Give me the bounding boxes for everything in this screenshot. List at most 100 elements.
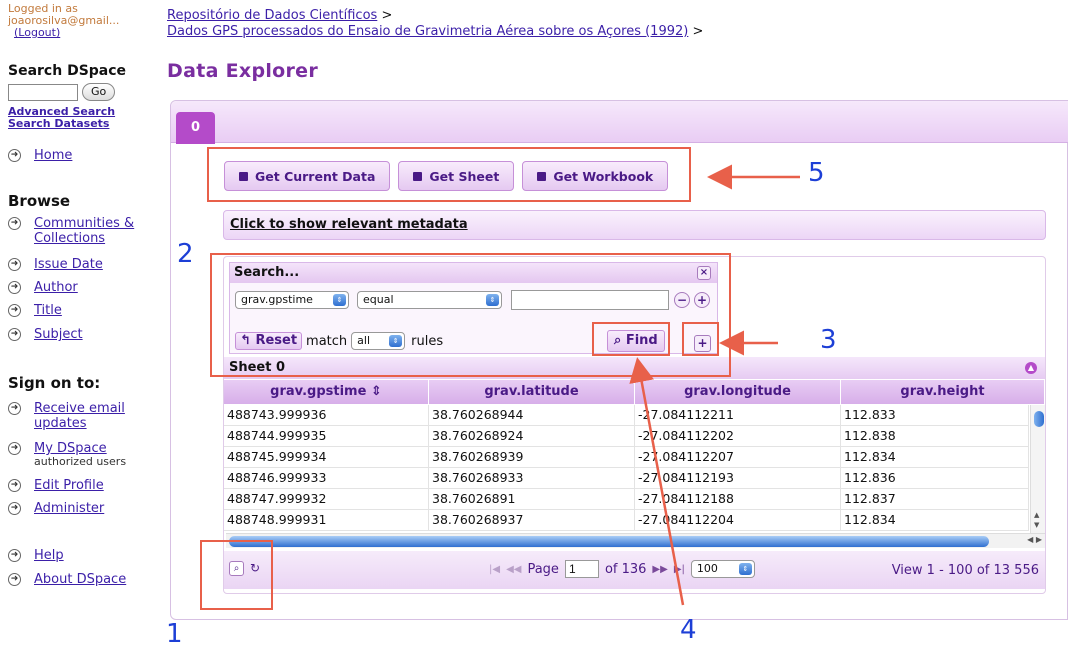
vertical-scroll-thumb[interactable] [1034, 411, 1044, 427]
scroll-up-icon[interactable]: ▲ [1034, 511, 1039, 519]
cell-gpstime: 488748.999931 [224, 510, 429, 530]
nav-administer[interactable]: ➜ Administer [8, 501, 104, 516]
view-range-info: View 1 - 100 of 13 556 [891, 563, 1039, 578]
cell-gpstime: 488745.999934 [224, 447, 429, 467]
cell-longitude: -27.084112188 [635, 489, 841, 509]
receive-email-link[interactable]: Receive email updates [34, 401, 148, 431]
table-row[interactable]: 488743.999936 38.760268944 -27.084112211… [224, 405, 1029, 426]
arrow-circle-icon: ➜ [8, 217, 21, 230]
cell-longitude: -27.084112211 [635, 405, 841, 425]
arrow-circle-icon: ➜ [8, 304, 21, 317]
author-link[interactable]: Author [34, 280, 78, 295]
nav-my-dspace[interactable]: ➜ My DSpace authorized users [8, 441, 126, 467]
edit-profile-link[interactable]: Edit Profile [34, 478, 104, 493]
title-link[interactable]: Title [34, 303, 62, 318]
nav-title[interactable]: ➜ Title [8, 303, 62, 318]
arrow-circle-icon: ➜ [8, 479, 21, 492]
search-datasets-link[interactable]: Search Datasets [8, 117, 109, 130]
nav-receive-email[interactable]: ➜ Receive email updates [8, 401, 148, 431]
cell-height: 112.838 [841, 426, 1029, 446]
page-title: Data Explorer [167, 60, 319, 82]
next-page-icon[interactable]: ▶▶ [652, 564, 667, 575]
cell-height: 112.833 [841, 405, 1029, 425]
my-dspace-subtitle: authorized users [34, 455, 127, 468]
cell-gpstime: 488743.999936 [224, 405, 429, 425]
nav-help[interactable]: ➜ Help [8, 548, 64, 563]
nav-author[interactable]: ➜ Author [8, 280, 78, 295]
column-header-height[interactable]: grav.height [841, 380, 1045, 404]
annotation-number-2: 2 [177, 239, 194, 269]
prev-page-icon[interactable]: ◀◀ [506, 564, 521, 575]
subject-link[interactable]: Subject [34, 327, 83, 342]
breadcrumb-dataset[interactable]: Dados GPS processados do Ensaio de Gravi… [167, 24, 688, 39]
arrow-circle-icon: ➜ [8, 442, 21, 455]
cell-height: 112.834 [841, 447, 1029, 467]
page-label: Page [527, 561, 559, 577]
signon-title: Sign on to: [8, 374, 101, 392]
cell-latitude: 38.760268939 [429, 447, 635, 467]
table-row[interactable]: 488745.999934 38.760268939 -27.084112207… [224, 447, 1029, 468]
table-row[interactable]: 488748.999931 38.760268937 -27.084112204… [224, 510, 1029, 531]
column-header-longitude[interactable]: grav.longitude [635, 380, 841, 404]
login-info: Logged in as joaorosilva@gmail... (Logou… [8, 3, 119, 39]
column-header-gpstime[interactable]: grav.gpstime ⇕ [224, 380, 429, 404]
cell-latitude: 38.760268937 [429, 510, 635, 530]
about-link[interactable]: About DSpace [34, 572, 126, 587]
metadata-toggle[interactable]: Click to show relevant metadata [223, 210, 1046, 240]
my-dspace-link[interactable]: My DSpace [34, 441, 107, 456]
breadcrumb-separator: > [692, 24, 704, 39]
scroll-down-icon[interactable]: ▼ [1034, 521, 1039, 529]
annotation-box-5 [207, 147, 691, 202]
cell-longitude: -27.084112202 [635, 426, 841, 446]
metadata-link[interactable]: Click to show relevant metadata [230, 217, 468, 232]
arrow-circle-icon: ➜ [8, 549, 21, 562]
table-row[interactable]: 488744.999935 38.760268924 -27.084112202… [224, 426, 1029, 447]
horizontal-scrollbar[interactable]: ◀ ▶ [226, 533, 1045, 548]
nav-issue-date[interactable]: ➜ Issue Date [8, 257, 103, 272]
browse-title: Browse [8, 192, 71, 210]
tab-sheet-0[interactable]: 0 [176, 112, 215, 144]
pager-bar: ⌕ ↻ |◀ ◀◀ Page of 136 ▶▶ ▶| 100 ⇕ View 1… [224, 551, 1045, 589]
go-button[interactable]: Go [82, 83, 116, 101]
horizontal-scroll-thumb[interactable] [229, 536, 989, 547]
advanced-links: Advanced Search Search Datasets [8, 106, 115, 130]
nav-subject[interactable]: ➜ Subject [8, 327, 83, 342]
column-headers: grav.gpstime ⇕ grav.latitude grav.longit… [224, 380, 1045, 404]
breadcrumb-repository[interactable]: Repositório de Dados Científicos [167, 8, 377, 23]
arrow-circle-icon: ➜ [8, 402, 21, 415]
administer-link[interactable]: Administer [34, 501, 104, 516]
table-body: 488743.999936 38.760268944 -27.084112211… [224, 405, 1029, 531]
search-input[interactable] [8, 83, 78, 101]
cell-gpstime: 488746.999933 [224, 468, 429, 488]
annotation-number-3: 3 [820, 325, 837, 355]
arrow-circle-icon: ➜ [8, 502, 21, 515]
communities-link[interactable]: Communities & Collections [34, 216, 138, 246]
collapse-icon[interactable]: ▲ [1025, 362, 1037, 374]
cell-height: 112.837 [841, 489, 1029, 509]
table-row[interactable]: 488747.999932 38.76026891 -27.084112188 … [224, 489, 1029, 510]
annotation-box-3 [682, 322, 719, 356]
sidebar: Logged in as joaorosilva@gmail... (Logou… [0, 0, 160, 650]
nav-edit-profile[interactable]: ➜ Edit Profile [8, 478, 104, 493]
scroll-left-right-icon[interactable]: ◀ ▶ [1027, 535, 1042, 544]
issue-date-link[interactable]: Issue Date [34, 257, 103, 272]
last-page-icon[interactable]: ▶| [674, 564, 685, 575]
arrow-circle-icon: ➜ [8, 573, 21, 586]
page-number-input[interactable] [564, 560, 599, 578]
home-link[interactable]: Home [34, 148, 72, 163]
logout-link[interactable]: (Logout) [14, 26, 60, 39]
search-dspace-form: Go [8, 83, 116, 101]
help-link[interactable]: Help [34, 548, 64, 563]
rows-per-page-select[interactable]: 100 ⇕ [690, 560, 755, 578]
nav-about[interactable]: ➜ About DSpace [8, 572, 126, 587]
column-header-latitude[interactable]: grav.latitude [429, 380, 635, 404]
cell-latitude: 38.76026891 [429, 489, 635, 509]
rows-per-page-value: 100 [696, 562, 718, 575]
first-page-icon[interactable]: |◀ [489, 564, 500, 575]
annotation-box-1 [200, 540, 273, 610]
vertical-scrollbar[interactable]: ▲ ▼ [1030, 405, 1045, 533]
sheet-tabbar: 0 [171, 101, 1068, 144]
nav-communities[interactable]: ➜ Communities & Collections [8, 216, 138, 246]
table-row[interactable]: 488746.999933 38.760268933 -27.084112193… [224, 468, 1029, 489]
nav-home[interactable]: ➜ Home [8, 148, 72, 163]
